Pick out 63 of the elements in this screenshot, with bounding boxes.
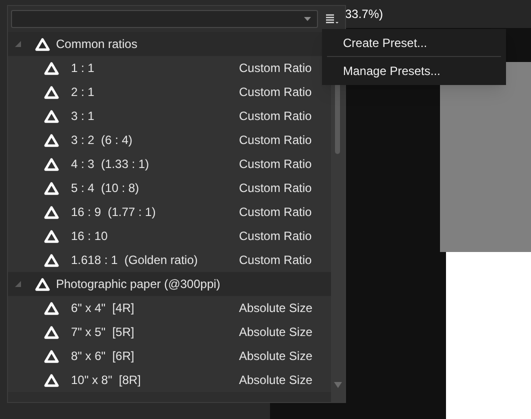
triangle-icon: [44, 134, 59, 146]
triangle-icon: [44, 374, 59, 386]
triangle-icon: [44, 206, 59, 218]
triangle-icon: [44, 182, 59, 194]
group-label: Photographic paper (@300ppi): [56, 276, 220, 293]
preset-label: 7" x 5" [5R]: [71, 324, 136, 341]
preset-label: 5 : 4 (10 : 8): [71, 180, 140, 197]
menu-icon: [325, 14, 339, 24]
preset-row[interactable]: 10" x 8" [8R] Absolute Size: [8, 368, 331, 392]
preset-type: Absolute Size: [239, 348, 312, 365]
triangle-icon: [44, 326, 59, 338]
preset-label: 16 : 9 (1.77 : 1): [71, 204, 157, 221]
preset-row[interactable]: 3 : 1 Custom Ratio: [8, 104, 331, 128]
expander-icon[interactable]: [14, 280, 22, 288]
preset-label: 16 : 10: [71, 228, 109, 245]
triangle-icon: [44, 230, 59, 242]
triangle-icon: [44, 62, 59, 74]
group-label: Common ratios: [56, 36, 138, 53]
triangle-icon: [44, 302, 59, 314]
preset-row[interactable]: 3 : 2 (6 : 4) Custom Ratio: [8, 128, 331, 152]
preset-row[interactable]: 7" x 5" [5R] Absolute Size: [8, 320, 331, 344]
preset-row[interactable]: 16 : 10 Custom Ratio: [8, 224, 331, 248]
preset-row[interactable]: 5 : 4 (10 : 8) Custom Ratio: [8, 176, 331, 200]
scroll-down-icon[interactable]: [334, 382, 342, 388]
preset-label: 1 : 1: [71, 60, 96, 77]
preset-type: Custom Ratio: [239, 132, 312, 149]
preset-label: 10" x 8" [8R]: [71, 372, 142, 389]
preset-row[interactable]: 2 : 1 Custom Ratio: [8, 80, 331, 104]
preset-type: Custom Ratio: [239, 108, 312, 125]
preset-label: 4 : 3 (1.33 : 1): [71, 156, 150, 173]
preset-type: Custom Ratio: [239, 60, 312, 77]
preset-type: Custom Ratio: [239, 204, 312, 221]
expander-icon[interactable]: [14, 40, 22, 48]
triangle-icon: [44, 110, 59, 122]
preset-row[interactable]: 6" x 4" [4R] Absolute Size: [8, 296, 331, 320]
preset-label: 2 : 1: [71, 84, 96, 101]
group-header[interactable]: Photographic paper (@300ppi): [8, 272, 331, 296]
preset-label: 6" x 4" [4R]: [71, 300, 136, 317]
preset-type: Custom Ratio: [239, 156, 312, 173]
preset-label: 1.618 : 1 (Golden ratio): [71, 252, 199, 269]
preset-label: 3 : 1: [71, 108, 96, 125]
preset-label: 3 : 2 (6 : 4): [71, 132, 134, 149]
triangle-icon: [44, 350, 59, 362]
caret-icon: [304, 17, 311, 21]
triangle-icon: [44, 86, 59, 98]
preset-row[interactable]: 16 : 9 (1.77 : 1) Custom Ratio: [8, 200, 331, 224]
triangle-icon: [35, 278, 50, 290]
triangle-icon: [44, 158, 59, 170]
preset-row[interactable]: 8" x 6" [6R] Absolute Size: [8, 344, 331, 368]
triangle-icon: [44, 254, 59, 266]
preset-type: Absolute Size: [239, 372, 312, 389]
preset-label: 8" x 6" [6R]: [71, 348, 136, 365]
preset-type: Absolute Size: [239, 300, 312, 317]
preset-row[interactable]: 4 : 3 (1.33 : 1) Custom Ratio: [8, 152, 331, 176]
preset-row[interactable]: 1.618 : 1 (Golden ratio) Custom Ratio: [8, 248, 331, 272]
menu-item[interactable]: Manage Presets...: [327, 57, 501, 84]
preset-type: Custom Ratio: [239, 84, 312, 101]
preset-type: Custom Ratio: [239, 252, 312, 269]
preset-type: Custom Ratio: [239, 180, 312, 197]
preset-type: Absolute Size: [239, 324, 312, 341]
triangle-icon: [35, 38, 50, 50]
preset-type: Custom Ratio: [239, 228, 312, 245]
document-title: 33.7%): [345, 6, 384, 23]
